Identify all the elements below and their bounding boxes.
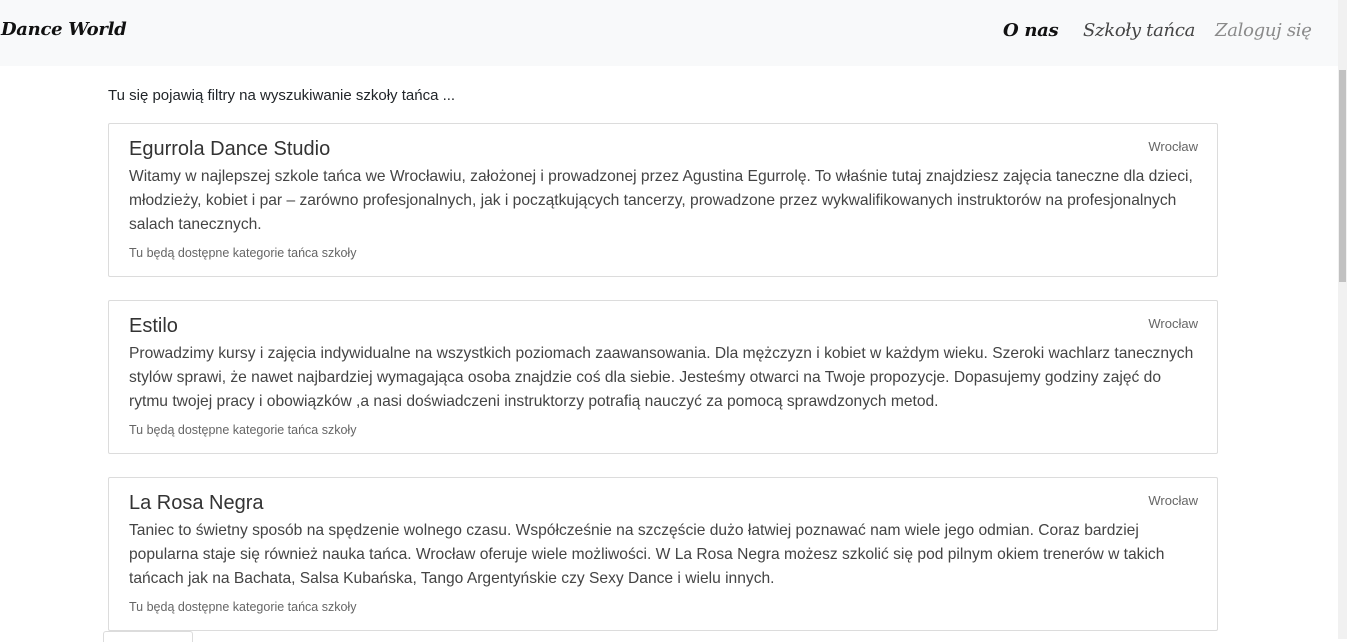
school-city: Wrocław <box>1148 139 1198 154</box>
brand-logo[interactable]: Dance World <box>1 19 127 40</box>
school-description: Prowadzimy kursy i zajęcia indywidualne … <box>129 345 1194 410</box>
school-categories: Tu będą dostępne kategorie tańca szkoły <box>129 246 357 260</box>
school-name[interactable]: La Rosa Negra <box>129 492 264 515</box>
school-city: Wrocław <box>1148 316 1198 331</box>
school-categories: Tu będą dostępne kategorie tańca szkoły <box>129 423 357 437</box>
school-card-estilo[interactable]: Estilo Wrocław Prowadzimy kursy i zajęci… <box>108 300 1218 454</box>
nav-link-login[interactable]: Zaloguj się <box>1215 20 1312 41</box>
school-categories: Tu będą dostępne kategorie tańca szkoły <box>129 600 357 614</box>
school-city: Wrocław <box>1148 493 1198 508</box>
page-scrollbar[interactable] <box>1338 0 1347 639</box>
school-name[interactable]: Estilo <box>129 315 178 338</box>
nav-link-schools[interactable]: Szkoły tańca <box>1083 20 1195 41</box>
nav-link-about[interactable]: O nas <box>1003 20 1059 41</box>
school-name[interactable]: Egurrola Dance Studio <box>129 138 330 161</box>
scrollbar-thumb[interactable] <box>1339 70 1346 282</box>
school-card-la-rosa-negra[interactable]: La Rosa Negra Wrocław Taniec to świetny … <box>108 477 1218 631</box>
school-card-egurrola[interactable]: Egurrola Dance Studio Wrocław Witamy w n… <box>108 123 1218 277</box>
school-description: Taniec to świetny sposób na spędzenie wo… <box>129 522 1165 587</box>
navbar: Dance World O nas Szkoły tańca Zaloguj s… <box>0 0 1338 66</box>
school-description: Witamy w najlepszej szkole tańca we Wroc… <box>129 168 1193 233</box>
next-card-edge <box>103 631 193 642</box>
filters-placeholder-text: Tu się pojawią filtry na wyszukiwanie sz… <box>108 87 456 104</box>
